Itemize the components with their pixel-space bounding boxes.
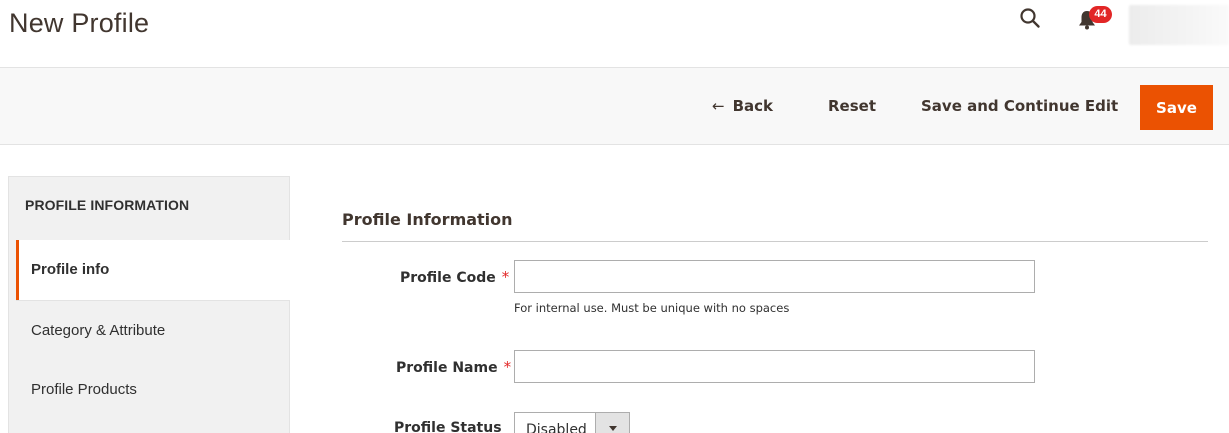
save-and-continue-button[interactable]: Save and Continue Edit [921, 97, 1118, 115]
arrow-left-icon: ← [712, 97, 725, 115]
profile-code-note: For internal use. Must be unique with no… [514, 301, 790, 315]
profile-name-label-text: Profile Name [396, 360, 498, 376]
section-title: Profile Information [342, 210, 513, 229]
required-mark: * [501, 268, 510, 286]
account-menu[interactable] [1129, 5, 1229, 45]
back-button[interactable]: ← Back [712, 97, 773, 115]
sidebar-item-profile-products[interactable]: Profile Products [16, 360, 290, 420]
profile-code-label-text: Profile Code [400, 270, 496, 286]
profile-status-select[interactable]: Disabled [514, 412, 630, 433]
back-button-label: Back [732, 97, 774, 115]
profile-name-label: Profile Name * [396, 358, 511, 376]
section-divider [342, 241, 1208, 242]
profile-code-label: Profile Code * [400, 268, 509, 286]
reset-button[interactable]: Reset [828, 97, 876, 115]
dropdown-toggle[interactable] [595, 413, 629, 433]
sidebar-item-category-attribute[interactable]: Category & Attribute [16, 300, 290, 360]
profile-status-label: Profile Status [394, 420, 502, 433]
notification-count-badge: 44 [1089, 6, 1112, 23]
sidebar-title: PROFILE INFORMATION [25, 197, 190, 213]
save-button[interactable]: Save [1140, 85, 1213, 130]
chevron-down-icon [609, 426, 617, 431]
required-mark: * [503, 358, 512, 376]
profile-name-input[interactable] [514, 350, 1035, 383]
search-icon[interactable] [1019, 7, 1041, 29]
profile-sidebar: PROFILE INFORMATION Profile info Categor… [8, 176, 290, 433]
page-actions-bar: ← Back Reset Save and Continue Edit Save [0, 67, 1229, 145]
sidebar-item-profile-info[interactable]: Profile info [16, 240, 290, 300]
profile-status-value: Disabled [526, 422, 587, 433]
profile-code-input[interactable] [514, 260, 1035, 293]
page-title: New Profile [9, 8, 150, 38]
